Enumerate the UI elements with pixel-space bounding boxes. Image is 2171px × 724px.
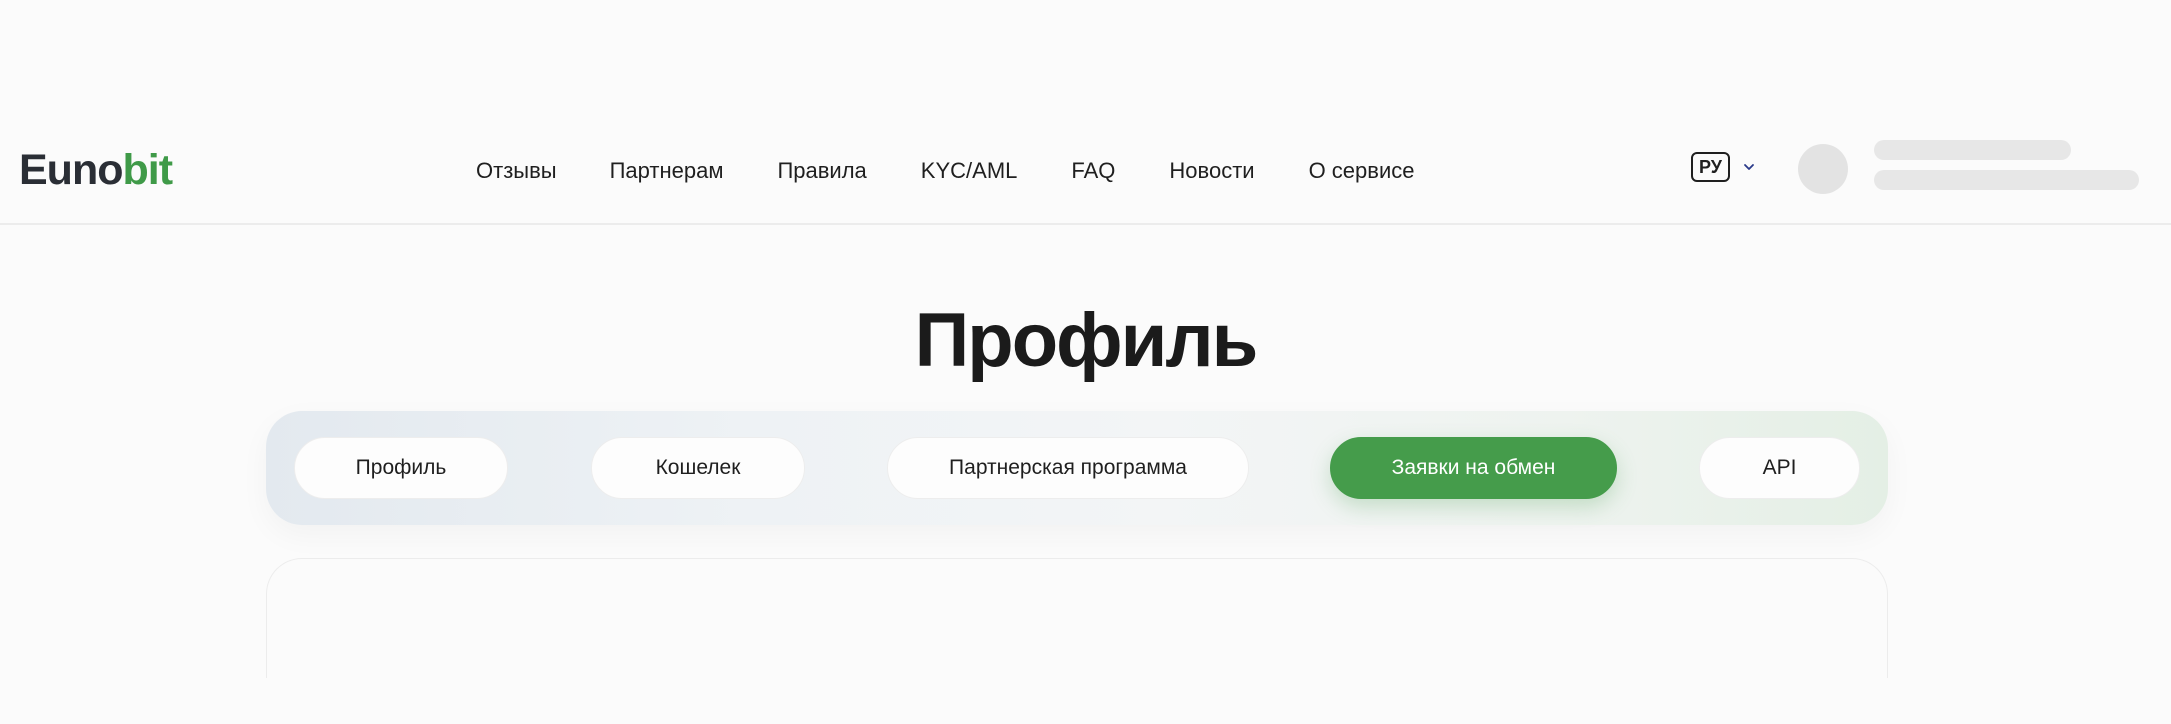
main-nav: Отзывы Партнерам Правила KYC/AML FAQ Нов… — [476, 156, 1415, 186]
tab-partner-program[interactable]: Партнерская программа — [887, 437, 1249, 499]
page-title: Профиль — [914, 298, 1259, 383]
user-email-skeleton — [1874, 170, 2139, 190]
content-panel — [266, 558, 1888, 678]
tab-exchange-requests[interactable]: Заявки на обмен — [1330, 437, 1617, 499]
logo-text-primary: Euno — [19, 146, 123, 194]
avatar[interactable] — [1798, 144, 1848, 194]
nav-item-about[interactable]: О сервисе — [1309, 156, 1415, 186]
chevron-down-icon — [1744, 164, 1754, 170]
site-header: Eunobit Отзывы Партнерам Правила KYC/AML… — [0, 120, 2171, 225]
nav-item-faq[interactable]: FAQ — [1071, 156, 1115, 186]
nav-item-news[interactable]: Новости — [1169, 156, 1254, 186]
tab-api[interactable]: API — [1699, 437, 1860, 499]
nav-item-kyc-aml[interactable]: KYC/AML — [921, 156, 1018, 186]
profile-tabs: Профиль Кошелек Партнерская программа За… — [266, 411, 1888, 525]
nav-item-partners[interactable]: Партнерам — [610, 156, 724, 186]
nav-item-reviews[interactable]: Отзывы — [476, 156, 557, 186]
tab-wallet[interactable]: Кошелек — [591, 437, 805, 499]
logo[interactable]: Eunobit — [19, 145, 173, 195]
tab-profile[interactable]: Профиль — [294, 437, 508, 499]
nav-item-rules[interactable]: Правила — [777, 156, 866, 186]
language-label: РУ — [1691, 152, 1730, 182]
logo-text-accent: bit — [122, 146, 173, 194]
user-name-skeleton — [1874, 140, 2071, 160]
language-selector[interactable]: РУ — [1691, 152, 1756, 182]
